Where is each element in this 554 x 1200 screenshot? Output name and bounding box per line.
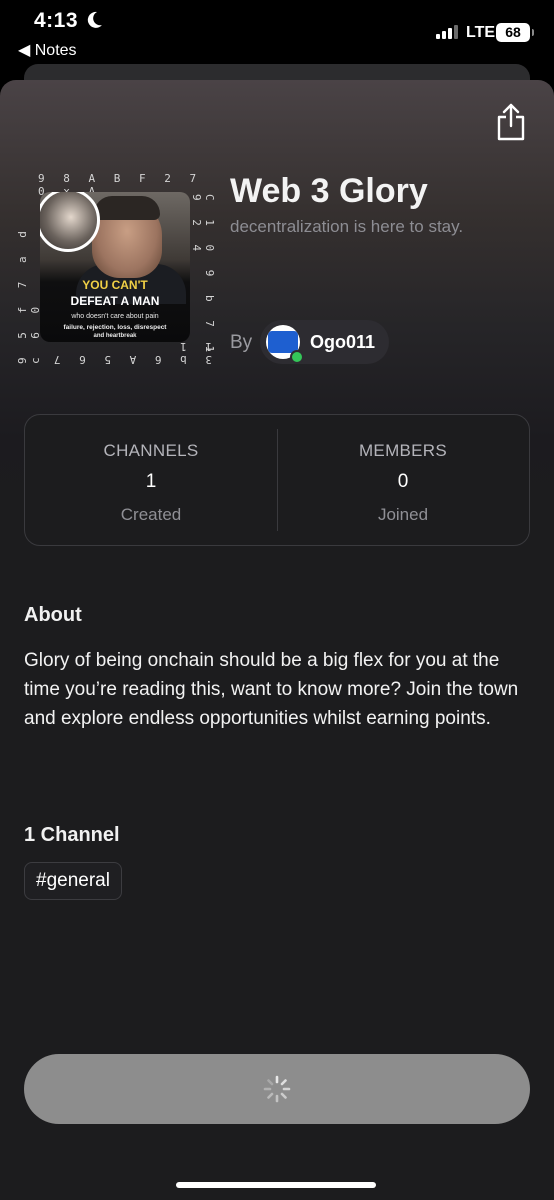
inset-photo: [40, 192, 100, 252]
signal-icon: [436, 25, 458, 39]
owner-chip[interactable]: Ogo011: [260, 320, 390, 364]
moon-icon: [87, 11, 102, 28]
town-title: Web 3 Glory: [230, 172, 428, 210]
town-avatar: 9 8 A B F 2 7 0 x A C 1 0 9 b 7 1 9 2 4 …: [16, 172, 216, 366]
about-heading: About: [24, 604, 82, 626]
stats-card: CHANNELS 1 Created MEMBERS 0 Joined: [24, 414, 530, 546]
about-text: Glory of being onchain should be a big f…: [24, 650, 519, 729]
home-indicator: [176, 1182, 376, 1188]
stat-members: MEMBERS 0 Joined: [358, 441, 448, 524]
town-subtitle: decentralization is here to stay.: [230, 217, 464, 236]
clock: 4:13: [34, 9, 79, 32]
owner-name: Ogo011: [310, 331, 376, 352]
status-bar: 4:13 ◀ Notes LTE 68: [0, 0, 554, 66]
network-label: LTE: [466, 24, 496, 41]
stat-channels: CHANNELS 1 Created: [103, 441, 199, 524]
channels-heading: 1 Channel: [24, 824, 120, 846]
join-button[interactable]: [24, 1054, 530, 1124]
loading-spinner-icon: [263, 1075, 291, 1103]
battery-icon: 68: [496, 23, 534, 42]
share-icon[interactable]: [494, 102, 528, 142]
back-to-notes-link[interactable]: ◀ Notes: [18, 40, 77, 60]
by-label: By: [230, 332, 253, 353]
avatar-poster-image: YOU CAN'T DEFEAT A MAN who doesn't care …: [40, 192, 190, 342]
online-status-dot: [290, 350, 304, 364]
channel-chip-general[interactable]: #general: [24, 862, 122, 900]
town-sheet: 9 8 A B F 2 7 0 x A C 1 0 9 b 7 1 9 2 4 …: [0, 80, 554, 1200]
